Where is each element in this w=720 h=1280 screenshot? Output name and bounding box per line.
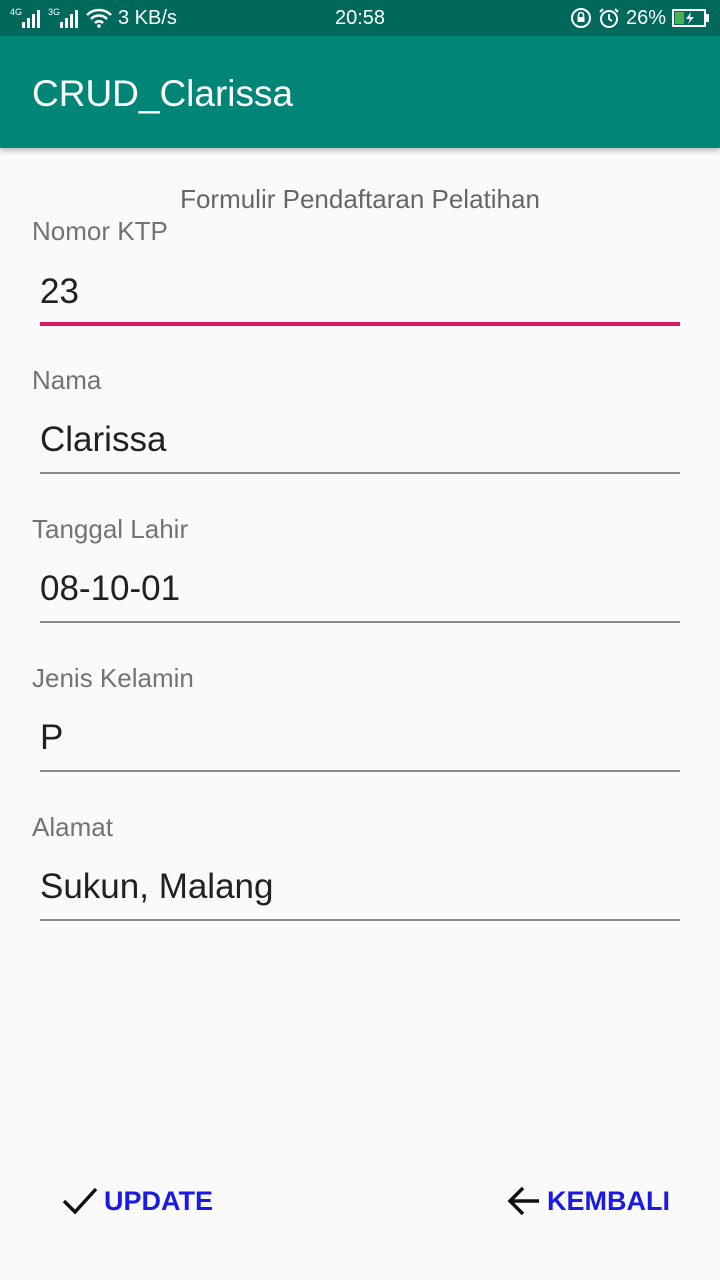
label-jenis-kelamin: Jenis Kelamin	[32, 663, 194, 693]
battery-charging-icon	[672, 9, 709, 27]
kembali-button-label: KEMBALI	[547, 1185, 670, 1216]
input-tanggal-lahir[interactable]: 08-10-01	[40, 567, 680, 623]
update-button-label: UPDATE	[104, 1185, 214, 1216]
alarm-icon	[599, 8, 619, 28]
input-nomor-ktp[interactable]: 23	[40, 270, 680, 326]
input-nama[interactable]: Clarissa	[40, 418, 680, 474]
input-alamat[interactable]: Sukun, Malang	[40, 865, 680, 921]
check-icon	[62, 1187, 98, 1215]
arrow-left-icon	[507, 1186, 539, 1216]
status-right: 26%	[570, 0, 710, 36]
label-nama: Nama	[32, 365, 102, 395]
battery-percent: 26%	[625, 6, 666, 29]
label-alamat: Alamat	[32, 812, 113, 842]
rotation-lock-icon	[570, 8, 591, 28]
input-jenis-kelamin[interactable]: P	[40, 716, 680, 772]
app-title: CRUD_Clarissa	[32, 73, 294, 114]
label-tanggal-lahir: Tanggal Lahir	[32, 514, 189, 544]
label-nomor-ktp: Nomor KTP	[32, 216, 168, 246]
status-bar: 4G 3G 3 KB/s 20:58 26%	[0, 0, 720, 36]
update-button[interactable]: UPDATE	[62, 1176, 213, 1226]
form-title: Formulir Pendaftaran Pelatihan	[180, 184, 540, 214]
kembali-button[interactable]: KEMBALI	[507, 1176, 670, 1226]
app-bar: CRUD_Clarissa	[0, 36, 720, 148]
